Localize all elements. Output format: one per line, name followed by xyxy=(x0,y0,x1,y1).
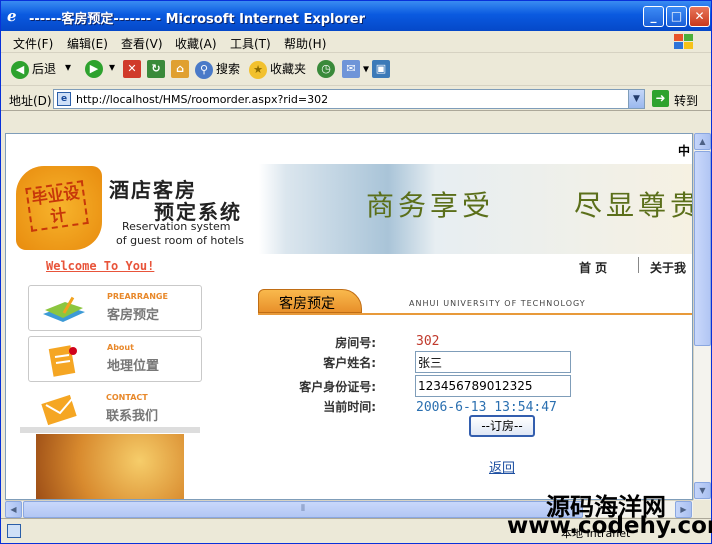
history-button[interactable]: ◷ xyxy=(317,60,338,80)
scroll-left-button[interactable]: ◀ xyxy=(5,501,22,518)
menu-tools[interactable]: 工具(T) xyxy=(230,35,271,52)
address-url: http://localhost/HMS/roomorder.aspx?rid=… xyxy=(76,93,329,106)
page-icon: e xyxy=(57,92,71,106)
scroll-down-button[interactable]: ▼ xyxy=(694,482,711,499)
scroll-up-button[interactable]: ▲ xyxy=(694,133,711,150)
go-button[interactable]: 转到 xyxy=(674,92,698,109)
links-strip xyxy=(1,112,711,132)
back-link[interactable]: 返回 xyxy=(489,457,515,476)
minimize-button[interactable]: _ xyxy=(643,6,664,27)
vertical-scrollbar[interactable]: ▲ ▼ xyxy=(693,133,711,500)
banner-slogan-2: 尽显尊贵 xyxy=(574,189,693,222)
nav-about[interactable]: 关于我 xyxy=(650,259,686,276)
home-button[interactable]: ⌂ xyxy=(171,60,192,80)
back-dropdown[interactable]: ▾ xyxy=(65,60,71,80)
stop-icon: ✕ xyxy=(123,60,141,78)
history-icon: ◷ xyxy=(317,60,335,78)
search-icon: ⚲ xyxy=(195,60,213,79)
tab-title: 客房预定 xyxy=(279,296,335,312)
side-item-location[interactable]: About 地理位置 xyxy=(28,336,202,382)
time-value: 2006-6-13 13:54:47 xyxy=(416,400,557,415)
side-item-en: About xyxy=(107,343,134,352)
banner-slogan-1: 商务享受 xyxy=(366,189,495,222)
side-item-cn: 地理位置 xyxy=(107,359,160,374)
go-arrow-icon[interactable]: ➜ xyxy=(652,90,669,107)
stop-button[interactable]: ✕ xyxy=(123,60,144,80)
maximize-button[interactable]: □ xyxy=(666,6,687,27)
logo-text: 毕业设计 xyxy=(25,180,89,232)
windows-logo-icon xyxy=(674,34,693,49)
notepad-icon xyxy=(48,345,77,377)
page-status-icon xyxy=(7,524,21,538)
mail-icon: ✉ xyxy=(342,60,360,78)
university-label: ANHUI UNIVERSITY OF TECHNOLOGY xyxy=(409,299,586,308)
room-value: 302 xyxy=(416,334,440,349)
book-icon xyxy=(43,296,85,322)
address-label: 地址(D) xyxy=(9,94,52,108)
side-item-en: CONTACT xyxy=(106,393,148,402)
menu-view[interactable]: 查看(V) xyxy=(121,35,163,52)
envelope-icon xyxy=(41,394,77,426)
hscroll-thumb[interactable]: ⦀ xyxy=(23,501,583,518)
nav-divider xyxy=(638,257,639,273)
side-item-cn: 客房预定 xyxy=(107,308,160,323)
window-icon: ▣ xyxy=(372,60,390,78)
address-dropdown[interactable]: ▼ xyxy=(628,90,644,108)
home-icon: ⌂ xyxy=(171,60,189,78)
favorites-button[interactable]: ★ 收藏夹 xyxy=(249,60,306,80)
banner-subtitle-1: Reservation system xyxy=(122,220,231,233)
time-label: 当前时间: xyxy=(323,400,376,414)
name-input[interactable] xyxy=(415,351,571,373)
language-label[interactable]: 中 xyxy=(678,142,690,159)
page-content: 中 毕业设计 酒店客房 预定系统 Reservation system of g… xyxy=(5,133,693,500)
refresh-icon: ↻ xyxy=(147,60,165,78)
side-item-cn: 联系我们 xyxy=(106,409,159,424)
toolbar: ◀ 后退 ▾ ▶ ▾ ✕ ↻ ⌂ ⚲ 搜索 ★ 收藏夹 ◷ ✉ ▾ ▣ xyxy=(1,54,711,86)
ie-icon: ℯ xyxy=(7,7,17,25)
menu-file[interactable]: 文件(F) xyxy=(13,35,53,52)
photo-frame xyxy=(20,427,200,433)
menu-favorites[interactable]: 收藏(A) xyxy=(175,35,217,52)
room-photo xyxy=(36,434,184,499)
title-bar: ℯ ------客房预定------- - Microsoft Internet… xyxy=(1,1,711,31)
watermark-url: www.codehy.com xyxy=(507,513,712,539)
name-label: 客户姓名: xyxy=(323,356,376,370)
room-label: 房间号: xyxy=(335,336,376,350)
back-arrow-icon: ◀ xyxy=(11,60,29,79)
puzzle-logo: 毕业设计 xyxy=(16,166,102,250)
forward-button[interactable]: ▶ xyxy=(85,60,106,80)
window-title: ------客房预定------- - Microsoft Internet E… xyxy=(29,12,366,27)
refresh-button[interactable]: ↻ xyxy=(147,60,168,80)
id-number-input[interactable] xyxy=(415,375,571,397)
close-button[interactable]: ✕ xyxy=(689,6,710,27)
id-label: 客户身份证号: xyxy=(299,380,376,394)
address-bar: 地址(D) e http://localhost/HMS/roomorder.a… xyxy=(1,87,711,111)
browser-window: ℯ ------客房预定------- - Microsoft Internet… xyxy=(0,0,712,544)
search-button[interactable]: ⚲ 搜索 xyxy=(195,60,240,80)
tab-reserve: 客房预定 xyxy=(258,289,362,313)
header-banner: 毕业设计 酒店客房 预定系统 Reservation system of gue… xyxy=(14,164,693,254)
side-item-reserve[interactable]: PREARRANGE 客房预定 xyxy=(28,285,202,331)
address-input[interactable]: e http://localhost/HMS/roomorder.aspx?ri… xyxy=(53,89,645,109)
banner-subtitle-2: of guest room of hotels xyxy=(116,234,244,247)
forward-arrow-icon: ▶ xyxy=(85,60,103,78)
print-button[interactable]: ▣ xyxy=(372,60,393,80)
mail-button[interactable]: ✉ ▾ xyxy=(342,60,369,80)
nav-home[interactable]: 首 页 xyxy=(579,259,607,276)
star-icon: ★ xyxy=(249,60,267,79)
forward-dropdown[interactable]: ▾ xyxy=(109,60,115,80)
welcome-link[interactable]: Welcome To You! xyxy=(46,259,154,273)
tab-underline xyxy=(258,313,692,315)
menu-help[interactable]: 帮助(H) xyxy=(284,35,326,52)
book-room-button[interactable]: --订房-- xyxy=(469,415,535,437)
side-item-en: PREARRANGE xyxy=(107,292,168,301)
scroll-thumb[interactable] xyxy=(694,151,711,346)
back-button[interactable]: ◀ 后退 xyxy=(11,60,56,80)
menu-edit[interactable]: 编辑(E) xyxy=(67,35,108,52)
menu-bar: 文件(F) 编辑(E) 查看(V) 收藏(A) 工具(T) 帮助(H) xyxy=(1,31,711,53)
